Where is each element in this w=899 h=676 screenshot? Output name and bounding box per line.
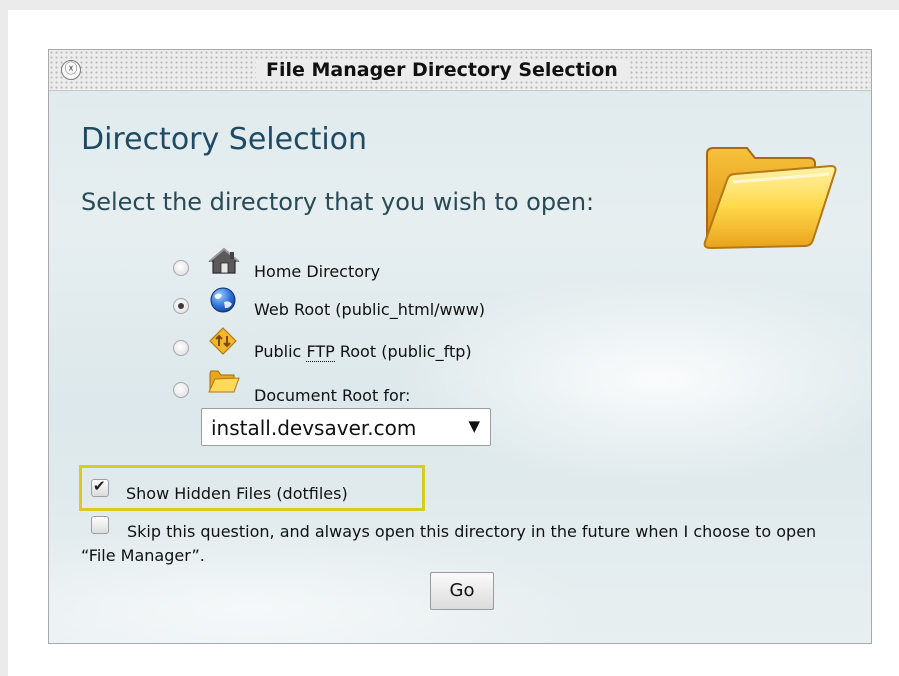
dialog-title: File Manager Directory Selection: [256, 59, 628, 81]
chevron-down-icon: ▼: [468, 417, 480, 435]
open-folder-icon: [703, 147, 837, 250]
globe-icon: [210, 287, 236, 313]
option-label-web-root: Web Root (public_html/www): [254, 300, 486, 319]
document-root-domain-select[interactable]: install.devsaver.com ▼: [201, 408, 491, 446]
radio-home-directory[interactable]: [173, 260, 189, 276]
directory-prompt: Select the directory that you wish to op…: [81, 188, 595, 216]
radio-document-root[interactable]: [173, 382, 189, 398]
close-icon[interactable]: ⓧ: [61, 60, 81, 80]
checkmark-icon: ✔: [93, 477, 106, 495]
folder-icon: [208, 370, 240, 393]
option-label-public-ftp-root: Public FTP Root (public_ftp): [254, 342, 472, 362]
ftp-icon: [209, 327, 237, 355]
skip-question-label: Skip this question, and always open this…: [81, 522, 817, 565]
show-hidden-files-label: Show Hidden Files (dotfiles): [126, 484, 348, 503]
ftp-abbreviation: FTP: [306, 342, 335, 362]
go-button[interactable]: Go: [430, 572, 494, 610]
directory-selection-dialog: ⓧ File Manager Directory Selection Direc…: [48, 49, 872, 644]
radio-web-root[interactable]: [173, 298, 189, 314]
show-hidden-files-checkbox[interactable]: ✔: [91, 477, 109, 497]
home-icon: [208, 247, 240, 274]
radio-public-ftp-root[interactable]: [173, 340, 189, 356]
selected-domain: install.devsaver.com: [211, 416, 417, 440]
option-label-document-root: Document Root for:: [254, 386, 411, 405]
option-label-home-directory: Home Directory: [254, 262, 381, 281]
page-title: Directory Selection: [81, 122, 368, 157]
dialog-titlebar[interactable]: ⓧ File Manager Directory Selection: [49, 50, 871, 91]
